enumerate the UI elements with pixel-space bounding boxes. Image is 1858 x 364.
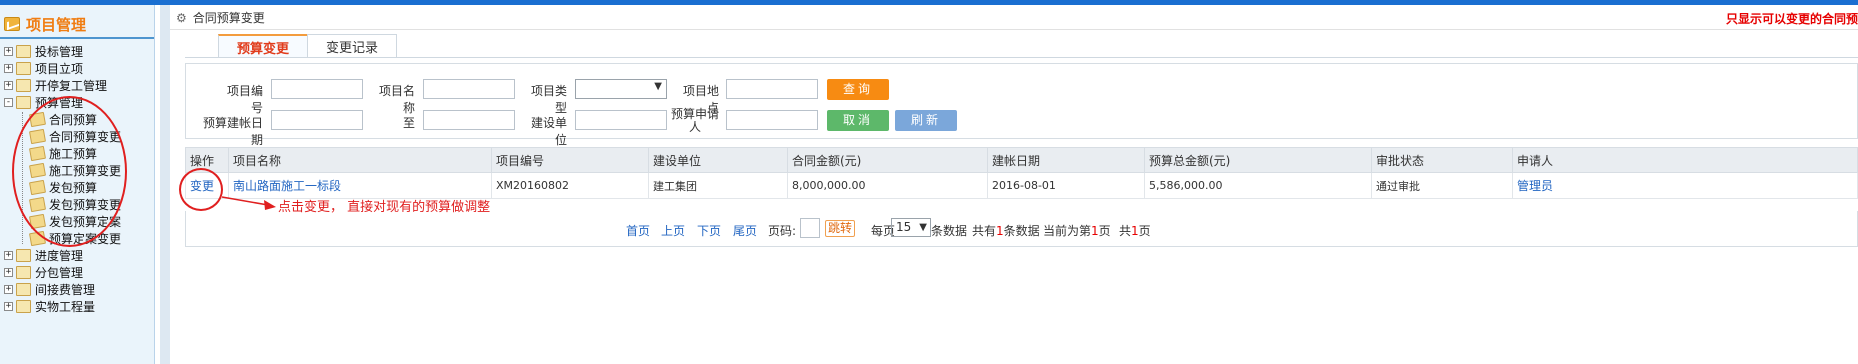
budget-date-from-input[interactable] [271,110,363,130]
annotation-circle-sidebar [12,96,127,247]
sidebar-title: 项目管理 [26,15,87,34]
folder-open-icon [16,96,31,109]
table-header-row: 操作 项目名称 项目编号 建设单位 合同金额(元) 建帐日期 预算总金额(元) … [185,147,1858,173]
folder-icon [16,300,31,313]
divider [185,57,1858,58]
sidebar-item-subcontract[interactable]: + 分包管理 [0,264,154,281]
last-page-link[interactable]: 尾页 [733,222,757,239]
project-site-input[interactable] [726,79,818,99]
folder-icon [16,266,31,279]
gear-icon: ⚙ [176,10,187,25]
cell-budget: 5,586,000.00 [1144,172,1372,199]
breadcrumb: ⚙ 合同预算变更 [176,9,265,26]
expand-icon[interactable]: + [4,64,13,73]
notice-text: 只显示可以变更的合同预 [1725,12,1858,26]
sidebar-header: 项目管理 [0,5,154,39]
folder-icon [16,79,31,92]
books-icon [16,283,31,296]
sidebar-item-project-setup[interactable]: + 项目立项 [0,60,154,77]
cell-status: 通过审批 [1371,172,1513,199]
main-content: ⚙ 合同预算变更 只显示可以变更的合同预 预算变更 变更记录 项目编号 项目名称… [160,5,1858,364]
col-header-status: 审批状态 [1371,147,1513,173]
expand-icon[interactable]: + [4,47,13,56]
page-number-label: 页码: [768,224,797,238]
folder-icon [16,62,31,75]
folder-icon [16,45,31,58]
jump-button[interactable]: 跳转 [825,220,856,237]
col-header-unit: 建设单位 [648,147,788,173]
tab-budget-change[interactable]: 预算变更 [218,34,309,58]
next-page-link[interactable]: 下页 [697,222,721,239]
sidebar-item-bidding[interactable]: + 投标管理 [0,43,154,60]
col-header-budget: 预算总金额(元) [1144,147,1372,173]
expand-icon[interactable]: + [4,302,13,311]
expand-icon[interactable]: + [4,81,13,90]
collapse-icon[interactable]: - [4,98,13,107]
tab-change-records[interactable]: 变更记录 [307,34,398,58]
annotation-arrow-icon [221,196,276,210]
project-code-label: 项目编号 [226,84,263,115]
total-pages: 共1页 [1119,224,1151,238]
sidebar: 项目管理 + 投标管理 + 项目立项 + 开停复工管理 - 预算管理 合同预算 合同预算… [0,5,155,364]
query-button[interactable]: 查询 [827,79,889,100]
project-name-input[interactable] [423,79,515,99]
budget-table: 操作 项目名称 项目编号 建设单位 合同金额(元) 建帐日期 预算总金额(元) … [185,147,1858,199]
cell-date: 2016-08-01 [987,172,1145,199]
page-title: 合同预算变更 [192,11,265,25]
per-page-select[interactable]: 15 ▼ [891,218,931,237]
folder-icon [16,249,31,262]
project-code-input[interactable] [271,79,363,99]
cell-unit: 建工集团 [648,172,788,199]
build-unit-label: 建设单位 [530,116,567,147]
project-name-label: 项目名称 [378,84,415,115]
per-page-suffix: 条数据 [931,224,968,238]
refresh-button[interactable]: 刷新 [895,110,957,131]
budget-date-to-input[interactable] [423,110,515,130]
sidebar-item-quantities[interactable]: + 实物工程量 [0,298,154,315]
to-label: 至 [402,116,415,130]
build-unit-input[interactable] [575,110,667,130]
page-number-input[interactable] [800,218,820,238]
divider [170,29,1858,30]
first-page-link[interactable]: 首页 [626,222,650,239]
expand-icon[interactable]: + [4,268,13,277]
expand-icon[interactable]: + [4,285,13,294]
dropdown-arrow-icon: ▼ [919,222,927,233]
applicant-label: 预算申请人 [671,107,720,134]
project-type-select[interactable]: ▼ [575,79,667,99]
cell-amount: 8,000,000.00 [787,172,988,199]
project-type-label: 项目类型 [530,84,567,115]
col-header-date: 建帐日期 [987,147,1145,173]
dropdown-arrow-icon: ▼ [654,81,662,92]
budget-date-label: 预算建帐日期 [202,116,263,147]
table-row: 变更 南山路面施工一标段 XM20160802 建工集团 8,000,000.0… [185,172,1858,199]
sidebar-item-work-resume[interactable]: + 开停复工管理 [0,77,154,94]
sidebar-item-indirect-cost[interactable]: + 间接费管理 [0,281,154,298]
prev-page-link[interactable]: 上页 [661,222,685,239]
cancel-button[interactable]: 取消 [827,110,889,131]
annotation-text: 点击变更， 直接对现有的预算做调整 [278,200,491,215]
col-header-code: 项目编号 [491,147,649,173]
filter-panel: 项目编号 项目名称 项目类型 ▼ 项目地点 查询 预算建帐日期 至 建设单位 预… [185,63,1858,147]
current-page: 当前为第1页 [1043,224,1111,238]
total-count: 共有1条数据 [972,224,1040,238]
cell-code: XM20160802 [491,172,649,199]
applicant-input[interactable] [726,110,818,130]
sidebar-item-progress[interactable]: + 进度管理 [0,247,154,264]
col-header-amount: 合同金额(元) [787,147,988,173]
splitter-bar[interactable] [160,5,170,364]
tab-bar: 预算变更 变更记录 [218,34,398,58]
expand-icon[interactable]: + [4,251,13,260]
col-header-applicant: 申请人 [1512,147,1858,173]
col-header-name: 项目名称 [228,147,492,173]
applicant-link[interactable]: 管理员 [1512,172,1858,199]
annotation-circle-change [179,168,223,211]
mail-icon [4,17,20,31]
